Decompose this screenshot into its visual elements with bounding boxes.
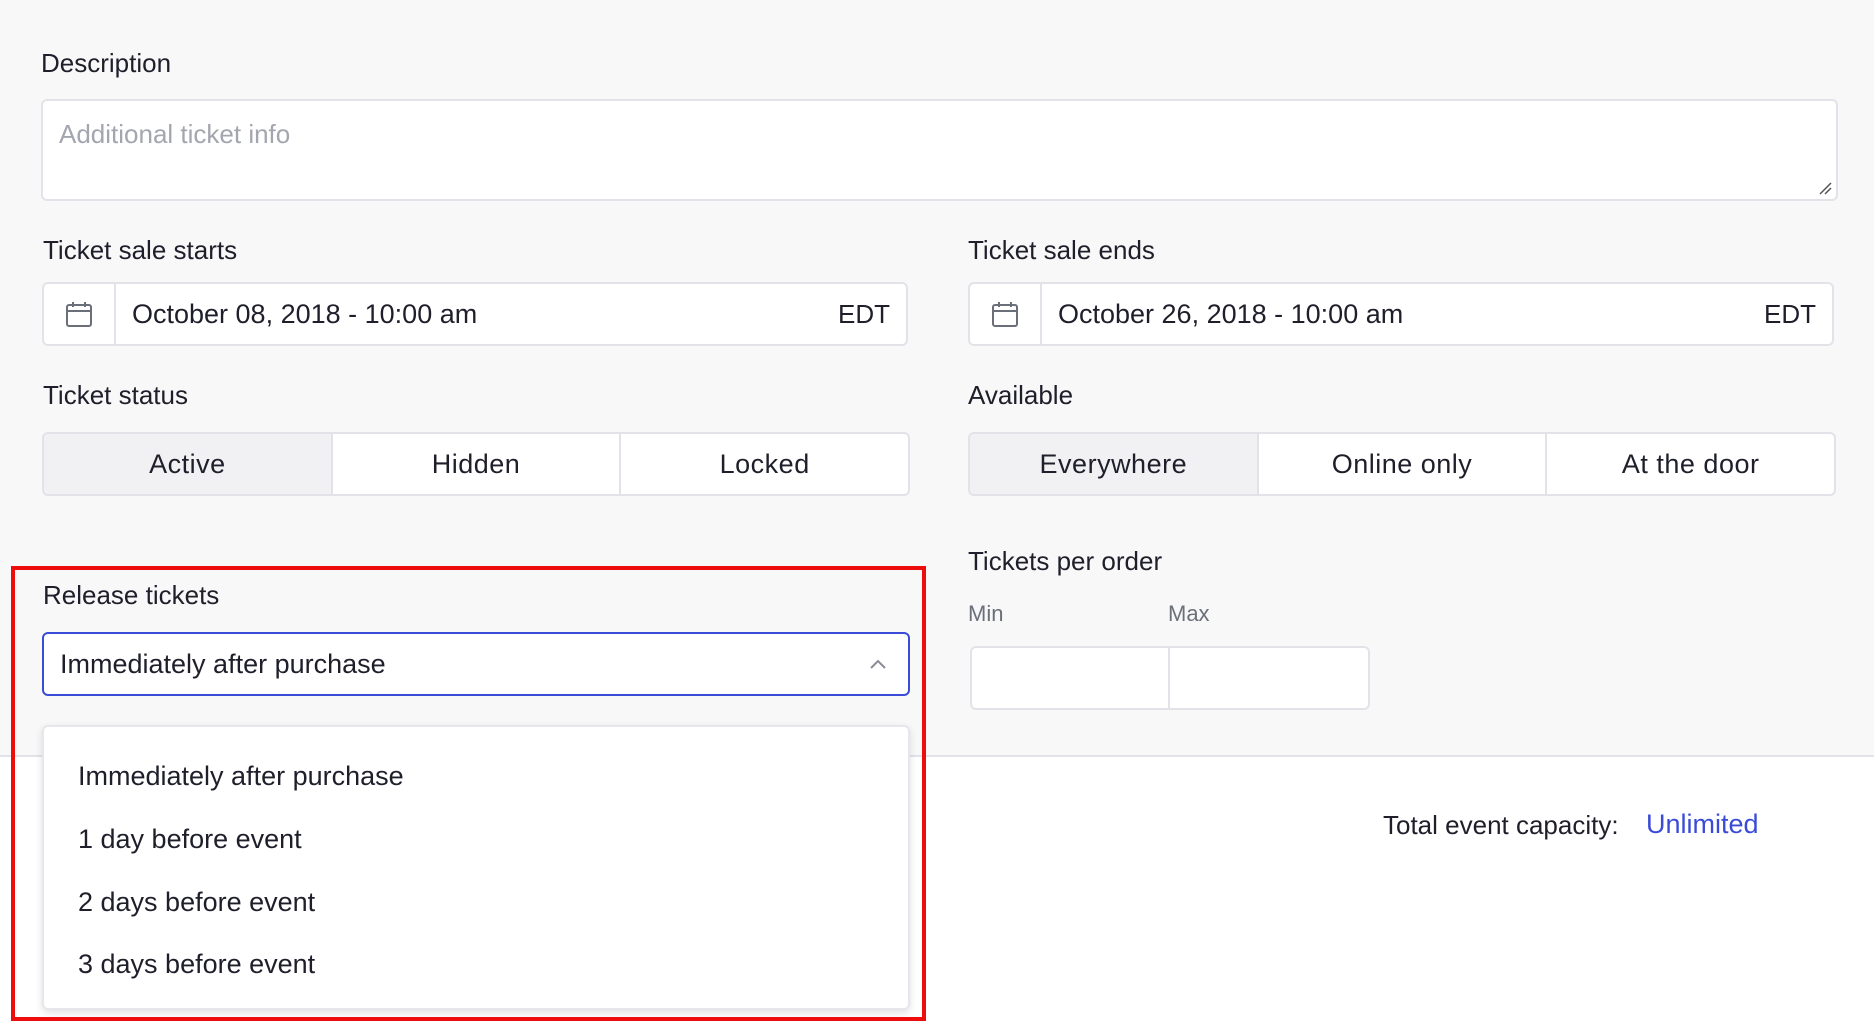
tickets-per-order-inputs bbox=[970, 646, 1370, 710]
sale-ends-timezone: EDT bbox=[1764, 298, 1816, 329]
ticket-status-option-active[interactable]: Active bbox=[44, 434, 333, 494]
total-capacity-label: Total event capacity: bbox=[1383, 810, 1619, 840]
sale-ends-value: October 26, 2018 - 10:00 am bbox=[1058, 298, 1404, 329]
sale-ends-label: Ticket sale ends bbox=[968, 235, 1155, 265]
total-capacity-link[interactable]: Unlimited bbox=[1646, 809, 1759, 840]
sale-starts-field[interactable]: October 08, 2018 - 10:00 am EDT bbox=[42, 282, 908, 346]
tickets-per-order-label: Tickets per order bbox=[968, 546, 1163, 576]
available-option-everywhere[interactable]: Everywhere bbox=[970, 434, 1259, 494]
description-placeholder: Additional ticket info bbox=[59, 119, 291, 149]
sale-starts-label: Ticket sale starts bbox=[43, 235, 238, 265]
calendar-icon[interactable] bbox=[970, 284, 1042, 344]
calendar-icon[interactable] bbox=[44, 284, 116, 344]
highlight-box bbox=[11, 566, 926, 1021]
available-label: Available bbox=[968, 380, 1074, 410]
max-label: Max bbox=[1168, 601, 1210, 626]
available-option-at-the-door[interactable]: At the door bbox=[1547, 434, 1834, 494]
max-input[interactable] bbox=[1170, 648, 1368, 708]
ticket-status-option-hidden[interactable]: Hidden bbox=[333, 434, 622, 494]
sale-starts-value: October 08, 2018 - 10:00 am bbox=[132, 298, 478, 329]
ticket-status-option-locked[interactable]: Locked bbox=[621, 434, 908, 494]
min-input[interactable] bbox=[972, 648, 1170, 708]
resize-grip-icon[interactable] bbox=[1818, 181, 1832, 195]
ticket-status-segmented-control[interactable]: Active Hidden Locked bbox=[42, 432, 910, 496]
available-segmented-control[interactable]: Everywhere Online only At the door bbox=[968, 432, 1836, 496]
description-textarea[interactable]: Additional ticket info bbox=[41, 99, 1838, 201]
available-option-online-only[interactable]: Online only bbox=[1259, 434, 1548, 494]
sale-starts-timezone: EDT bbox=[838, 298, 890, 329]
sale-ends-field[interactable]: October 26, 2018 - 10:00 am EDT bbox=[968, 282, 1834, 346]
description-label: Description bbox=[41, 48, 172, 78]
ticket-status-label: Ticket status bbox=[43, 380, 188, 410]
min-label: Min bbox=[968, 601, 1004, 626]
